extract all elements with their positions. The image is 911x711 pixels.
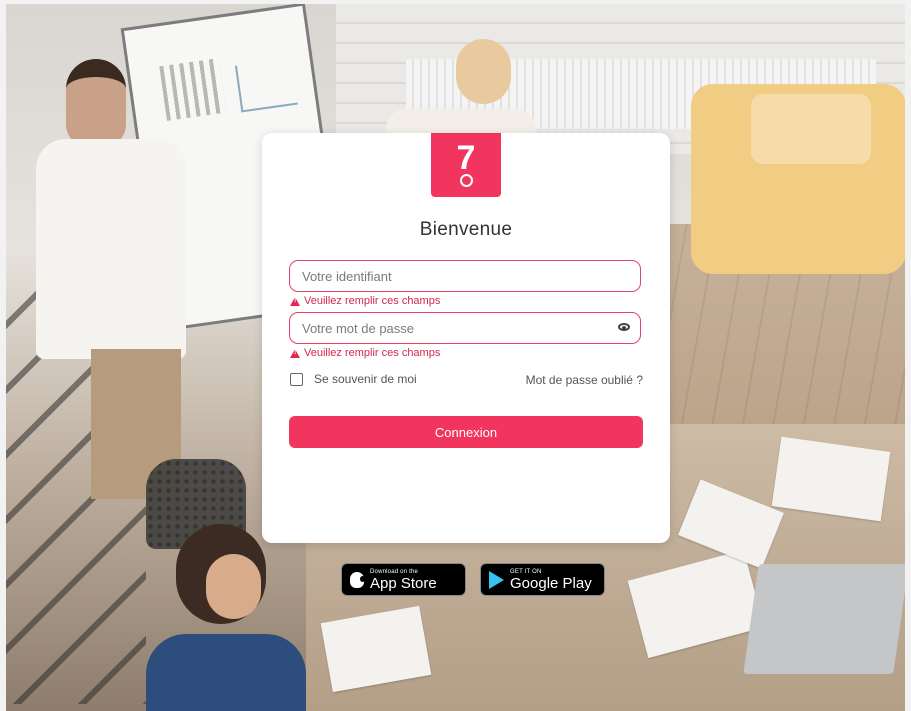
brand-logo: 7 <box>431 133 501 197</box>
app-store-text: Download on the App Store <box>370 569 437 591</box>
username-field[interactable] <box>289 260 641 292</box>
man-shirt <box>36 139 186 359</box>
page-title: Bienvenue <box>419 219 513 240</box>
eye-icon[interactable] <box>618 323 630 331</box>
username-input[interactable] <box>302 261 602 291</box>
password-error: Veuillez remplir ces champs <box>290 347 440 359</box>
username-error: Veuillez remplir ces champs <box>290 295 440 307</box>
remember-me[interactable]: Se souvenir de moi <box>290 372 417 386</box>
notebook <box>320 605 432 693</box>
paper-sheet <box>771 436 891 522</box>
seated-woman-body <box>146 634 306 711</box>
paper-sheet <box>678 479 784 569</box>
apple-icon <box>350 571 365 588</box>
presenting-woman <box>346 39 536 149</box>
app-store-badge[interactable]: Download on the App Store <box>341 563 466 596</box>
paper-sheet <box>627 549 765 659</box>
standing-man <box>36 59 206 499</box>
logo-number: 7 <box>456 139 476 177</box>
forgot-password-link[interactable]: Mot de passe oublié ? <box>526 373 643 387</box>
remember-checkbox[interactable] <box>290 372 303 386</box>
whiteboard-line-chart <box>234 57 298 113</box>
username-error-text: Veuillez remplir ces champs <box>304 295 441 307</box>
warning-icon <box>290 296 300 306</box>
armchair <box>691 84 905 274</box>
laptop <box>743 564 905 674</box>
cushion <box>751 94 871 164</box>
google-play-big-text: Google Play <box>510 574 592 592</box>
password-error-text: Veuillez remplir ces champs <box>304 347 441 359</box>
app-store-big-text: App Store <box>370 574 437 592</box>
password-input[interactable] <box>302 313 602 343</box>
remember-label[interactable]: Se souvenir de moi <box>314 372 417 386</box>
seated-woman <box>146 524 316 711</box>
login-button[interactable]: Connexion <box>289 416 643 448</box>
password-field[interactable] <box>289 312 641 344</box>
google-play-badge[interactable]: GET IT ON Google Play <box>480 563 605 596</box>
warning-icon <box>290 348 300 358</box>
logo-ring <box>459 174 473 187</box>
man-head <box>66 59 126 147</box>
google-play-icon <box>489 570 504 589</box>
woman-head <box>456 39 511 104</box>
google-play-text: GET IT ON Google Play <box>510 569 592 591</box>
login-card: 7 Bienvenue Veuillez remplir ces champs … <box>262 133 670 543</box>
seated-woman-face <box>206 554 261 619</box>
